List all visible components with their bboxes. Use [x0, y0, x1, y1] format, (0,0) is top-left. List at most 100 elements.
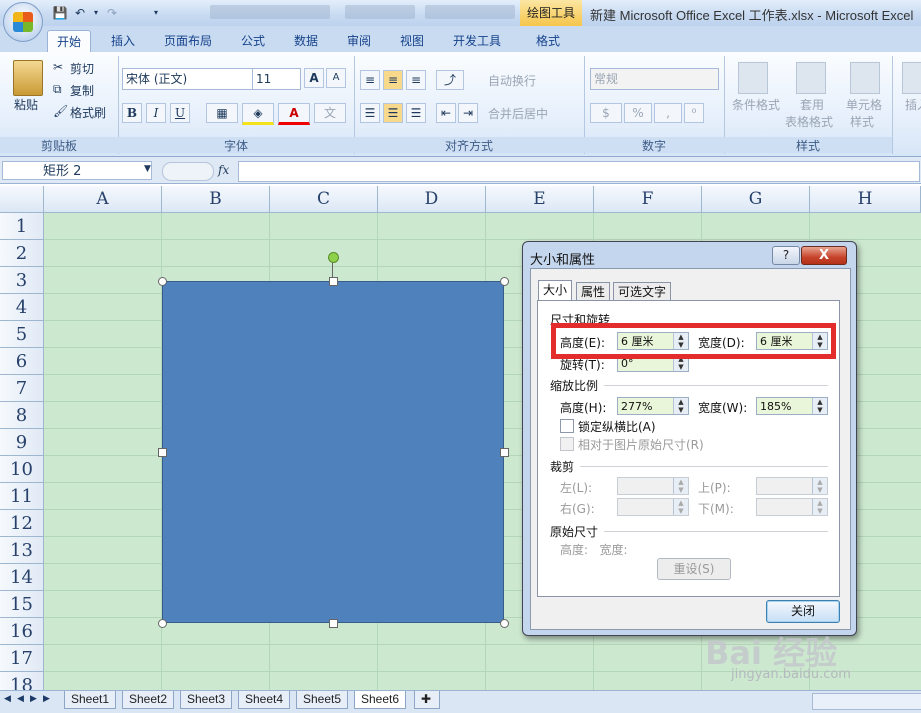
underline-button[interactable]: U — [170, 103, 190, 123]
name-box-dropdown-icon[interactable]: ▼ — [144, 164, 151, 174]
last-sheet-icon[interactable]: ▶ — [43, 694, 53, 704]
help-button[interactable]: ? — [772, 246, 800, 265]
tab-format[interactable]: 格式 — [527, 30, 569, 52]
font-size-combo[interactable]: 11 — [252, 68, 301, 90]
grow-font-button[interactable]: A — [304, 68, 324, 88]
row-header[interactable]: 3 — [0, 267, 44, 294]
scale-height-spinner-icon[interactable]: ▲ ▼ — [673, 398, 688, 414]
cut-button[interactable]: 剪切 — [70, 60, 94, 77]
formula-input[interactable] — [238, 161, 920, 182]
resize-handle-nw[interactable] — [158, 277, 167, 286]
cell-styles-line2[interactable]: 样式 — [850, 113, 874, 130]
conditional-format-icon[interactable] — [738, 62, 768, 94]
first-sheet-icon[interactable]: ◀ — [4, 694, 14, 704]
insert-function-button[interactable]: fx — [218, 161, 238, 180]
italic-button[interactable]: I — [146, 103, 166, 123]
paste-icon[interactable] — [13, 60, 43, 96]
insert-sheet-icon[interactable]: ✚ — [414, 691, 440, 709]
resize-handle-e[interactable] — [500, 448, 509, 457]
align-left-icon[interactable]: ☰ — [360, 103, 380, 123]
sheet-tab-3[interactable]: Sheet3 — [180, 691, 233, 709]
sheet-tab-2[interactable]: Sheet2 — [122, 691, 175, 709]
border-icon[interactable]: ▦ — [206, 103, 238, 123]
rectangle-shape[interactable] — [162, 281, 504, 623]
crop-bottom-spinner-icon[interactable]: ▲ ▼ — [812, 499, 827, 515]
customize-qat-icon[interactable]: ▾ — [148, 5, 164, 21]
tab-insert[interactable]: 插入 — [102, 30, 144, 52]
conditional-format-button[interactable]: 条件格式 — [732, 96, 780, 113]
sheet-tab-5[interactable]: Sheet5 — [296, 691, 349, 709]
cell-styles-icon[interactable] — [850, 62, 880, 94]
bold-button[interactable]: B — [122, 103, 142, 123]
reset-button[interactable]: 重设(S) — [657, 558, 731, 580]
row-header[interactable]: 1 — [0, 213, 44, 240]
lock-aspect-checkbox[interactable] — [560, 419, 574, 433]
align-bottom-icon[interactable]: ≡ — [406, 70, 426, 90]
resize-handle-se[interactable] — [500, 619, 509, 628]
table-format-line2[interactable]: 表格格式 — [785, 113, 833, 130]
sheet-tab-1[interactable]: Sheet1 — [64, 691, 117, 709]
tab-size[interactable]: 大小 — [538, 280, 573, 302]
phonetic-icon[interactable]: 文 — [314, 103, 346, 123]
column-header-D[interactable]: D — [378, 186, 486, 213]
tab-data[interactable]: 数据 — [285, 30, 327, 52]
fill-color-icon[interactable]: ◈ — [242, 103, 274, 125]
copy-button[interactable]: 复制 — [70, 82, 94, 99]
align-top-icon[interactable]: ≡ — [360, 70, 380, 90]
wrap-text-button[interactable]: 自动换行 — [488, 72, 536, 89]
row-header[interactable]: 12 — [0, 510, 44, 537]
redo-icon[interactable]: ↷ — [104, 5, 120, 21]
row-header[interactable]: 6 — [0, 348, 44, 375]
align-middle-icon[interactable]: ≡ — [383, 70, 403, 90]
undo-icon[interactable]: ↶ — [72, 5, 88, 21]
row-header[interactable]: 7 — [0, 375, 44, 402]
format-painter-button[interactable]: 格式刷 — [70, 104, 106, 121]
font-name-combo[interactable]: 宋体 (正文) — [122, 68, 253, 90]
row-header[interactable]: 8 — [0, 402, 44, 429]
resize-handle-sw[interactable] — [158, 619, 167, 628]
column-header-E[interactable]: E — [486, 186, 594, 213]
row-header[interactable]: 9 — [0, 429, 44, 456]
close-button[interactable]: 关闭 — [766, 600, 840, 623]
formula-expand-icon[interactable] — [162, 162, 214, 181]
resize-handle-w[interactable] — [158, 448, 167, 457]
row-header[interactable]: 11 — [0, 483, 44, 510]
row-header[interactable]: 5 — [0, 321, 44, 348]
crop-top-spinner-icon[interactable]: ▲ ▼ — [812, 478, 827, 494]
tab-formulas[interactable]: 公式 — [232, 30, 274, 52]
tab-properties[interactable]: 属性 — [576, 282, 611, 302]
save-icon[interactable]: 💾 — [52, 5, 68, 21]
resize-handle-ne[interactable] — [500, 277, 509, 286]
sheet-tab-4[interactable]: Sheet4 — [238, 691, 291, 709]
row-header[interactable]: 16 — [0, 618, 44, 645]
next-sheet-icon[interactable]: ▶ — [30, 694, 40, 704]
select-all-corner[interactable] — [0, 186, 44, 213]
column-header-A[interactable]: A — [44, 186, 162, 213]
horizontal-scrollbar[interactable] — [812, 693, 921, 710]
currency-icon[interactable]: $ — [590, 103, 622, 123]
insert-cells-icon[interactable] — [902, 62, 921, 94]
table-format-line1[interactable]: 套用 — [800, 96, 824, 113]
copy-icon[interactable]: ⧉ — [53, 82, 62, 97]
tab-page-layout[interactable]: 页面布局 — [155, 30, 221, 52]
crop-left-spinner-icon[interactable]: ▲ ▼ — [673, 478, 688, 494]
column-header-C[interactable]: C — [270, 186, 378, 213]
row-header[interactable]: 14 — [0, 564, 44, 591]
scissors-icon[interactable]: ✂ — [53, 60, 63, 74]
column-header-G[interactable]: G — [702, 186, 810, 213]
font-color-icon[interactable]: A — [278, 103, 310, 125]
decrease-indent-icon[interactable]: ⇤ — [436, 103, 456, 123]
column-header-B[interactable]: B — [162, 186, 270, 213]
tab-home[interactable]: 开始 — [47, 30, 92, 53]
align-center-icon[interactable]: ☰ — [383, 103, 403, 123]
tab-developer[interactable]: 开发工具 — [444, 30, 510, 52]
align-right-icon[interactable]: ☰ — [406, 103, 426, 123]
percent-button[interactable]: % — [624, 103, 652, 123]
insert-cells-button[interactable]: 插入 — [905, 96, 921, 113]
row-header[interactable]: 17 — [0, 645, 44, 672]
row-header[interactable]: 13 — [0, 537, 44, 564]
row-header[interactable]: 15 — [0, 591, 44, 618]
row-header[interactable]: 2 — [0, 240, 44, 267]
shrink-font-button[interactable]: A — [326, 68, 346, 88]
increase-indent-icon[interactable]: ⇥ — [458, 103, 478, 123]
